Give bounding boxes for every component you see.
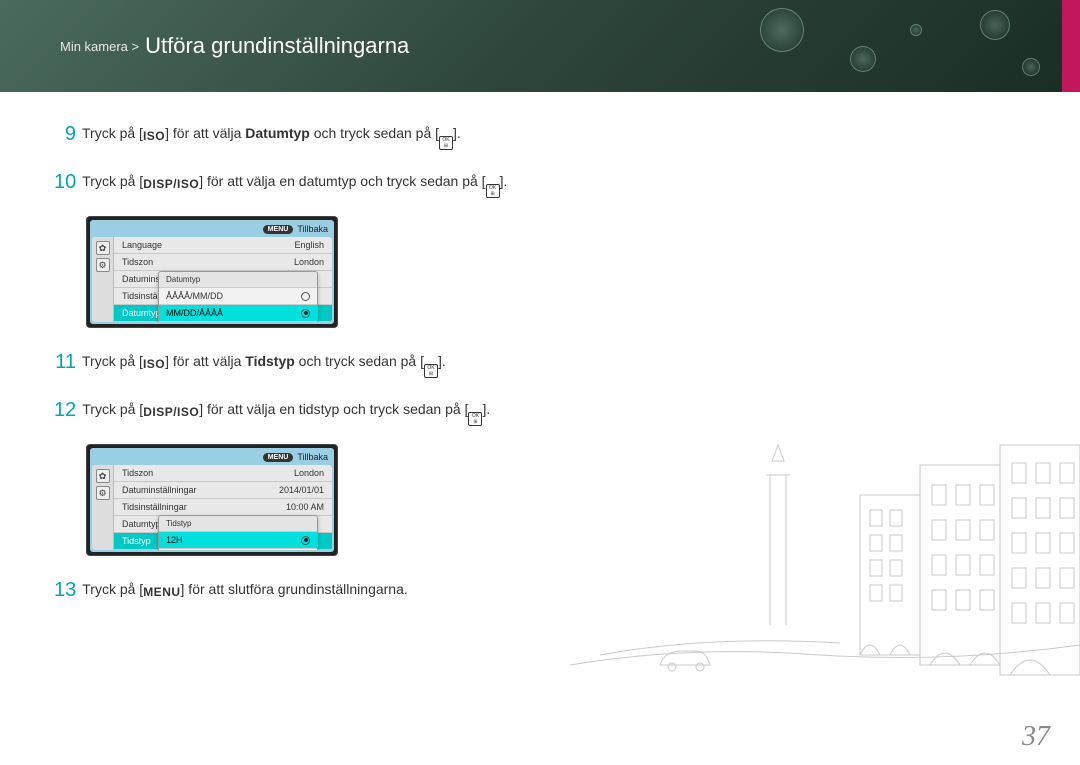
step-12: 12 Tryck på [DISP/ISO] för att välja en … — [54, 396, 564, 426]
section-tab — [1062, 0, 1080, 92]
step-number: 13 — [54, 576, 82, 605]
iso-icon: ISO — [143, 130, 165, 142]
step-text: Tryck på [ISO] för att välja Tidstyp och… — [82, 348, 564, 378]
breadcrumb: Min kamera > — [60, 39, 139, 54]
list-item: Tidsinställningar10:00 AM — [114, 499, 332, 516]
popup-option-selected: MM/DD/ÅÅÅÅ — [159, 304, 317, 321]
step-text: Tryck på [MENU] för att slutföra grundin… — [82, 576, 564, 605]
menu-pill-icon: MENU — [263, 453, 294, 462]
list-item: TidszonLondon — [114, 465, 332, 482]
popup-title: Datumtyp — [159, 272, 317, 287]
step-number: 10 — [54, 168, 82, 198]
lcd-menu-list: LanguageEnglish TidszonLondon Datuminstä… — [114, 237, 332, 322]
popup-title: Tidstyp — [159, 516, 317, 531]
ok-icon: OK⊞ — [439, 136, 453, 150]
gear-icon: ✿ — [96, 241, 110, 255]
gear-icon: ⚙ — [96, 486, 110, 500]
bokeh-circle — [850, 46, 876, 72]
list-item: TidszonLondon — [114, 254, 332, 271]
bokeh-circle — [1022, 58, 1040, 76]
disp-iso-icon: DISP/ISO — [143, 178, 199, 190]
radio-selected-icon — [301, 536, 310, 545]
disp-iso-icon: DISP/ISO — [143, 406, 199, 418]
menu-icon: MENU — [143, 586, 180, 598]
page-title: Utföra grundinställningarna — [145, 33, 409, 59]
step-9: 9 Tryck på [ISO] för att välja Datumtyp … — [54, 120, 564, 150]
bokeh-circle — [910, 24, 922, 36]
back-label: Tillbaka — [297, 452, 328, 462]
step-number: 12 — [54, 396, 82, 426]
gear-icon: ✿ — [96, 469, 110, 483]
radio-icon — [301, 292, 310, 301]
step-text: Tryck på [DISP/ISO] för att välja en dat… — [82, 168, 564, 198]
step-number: 11 — [54, 348, 82, 378]
list-item: LanguageEnglish — [114, 237, 332, 254]
popup-option: 24H — [159, 548, 317, 550]
page-number: 37 — [1022, 721, 1050, 753]
lcd-sidebar: ✿ ⚙ — [92, 237, 114, 322]
step-text: Tryck på [DISP/ISO] för att välja en tid… — [82, 396, 564, 426]
ok-icon: OK⊞ — [468, 412, 482, 426]
lcd-sidebar: ✿ ⚙ — [92, 465, 114, 550]
step-13: 13 Tryck på [MENU] för att slutföra grun… — [54, 576, 564, 605]
bokeh-circle — [760, 8, 804, 52]
instruction-column: 9 Tryck på [ISO] för att välja Datumtyp … — [54, 120, 564, 623]
popup-option: DD/MM/ÅÅÅÅ — [159, 321, 317, 322]
datumtyp-popup: Datumtyp ÅÅÅÅ/MM/DD MM/DD/ÅÅÅÅ DD/MM/ÅÅÅ… — [158, 271, 318, 322]
header-banner: Min kamera > Utföra grundinställningarna — [0, 0, 1080, 92]
lcd-screenshot-tidstyp: MENU Tillbaka ✿ ⚙ TidszonLondon Datumins… — [86, 444, 338, 556]
step-text: Tryck på [ISO] för att välja Datumtyp oc… — [82, 120, 564, 150]
step-10: 10 Tryck på [DISP/ISO] för att välja en … — [54, 168, 564, 198]
step-11: 11 Tryck på [ISO] för att välja Tidstyp … — [54, 348, 564, 378]
step-number: 9 — [54, 120, 82, 150]
bokeh-circle — [980, 10, 1010, 40]
lcd-screenshot-datumtyp: MENU Tillbaka ✿ ⚙ LanguageEnglish Tidszo… — [86, 216, 338, 328]
menu-pill-icon: MENU — [263, 225, 294, 234]
radio-selected-icon — [301, 309, 310, 318]
ok-icon: OK⊞ — [486, 184, 500, 198]
lcd-menu-list: TidszonLondon Datuminställningar2014/01/… — [114, 465, 332, 550]
iso-icon: ISO — [143, 358, 165, 370]
popup-option: ÅÅÅÅ/MM/DD — [159, 287, 317, 304]
tidstyp-popup: Tidstyp 12H 24H — [158, 515, 318, 550]
content-area: 9 Tryck på [ISO] för att välja Datumtyp … — [0, 92, 1080, 623]
list-item: Datuminställningar2014/01/01 — [114, 482, 332, 499]
popup-option-selected: 12H — [159, 531, 317, 548]
ok-icon: OK⊞ — [424, 364, 438, 378]
gear-icon: ⚙ — [96, 258, 110, 272]
back-label: Tillbaka — [297, 224, 328, 234]
